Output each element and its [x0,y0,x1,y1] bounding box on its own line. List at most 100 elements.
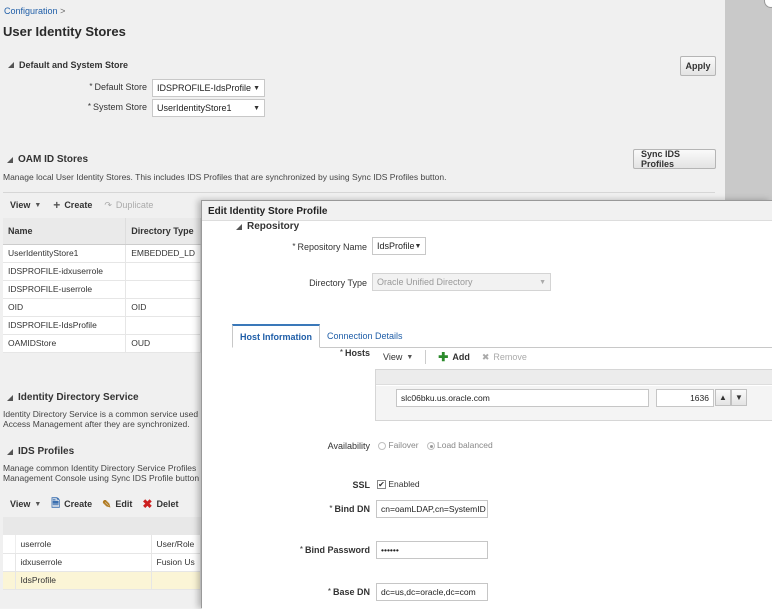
port-decrement-icon[interactable]: ▼ [731,389,747,406]
chevron-down-icon: ▼ [34,500,42,508]
table-row[interactable]: OID OID [3,298,201,317]
collapse-triangle-icon[interactable] [7,448,13,455]
availability-radio-group: Failover Load balanced [378,440,493,450]
row-selector[interactable] [3,571,16,590]
repository-name-label: * Repository Name [292,242,367,252]
page-title: User Identity Stores [3,24,126,39]
breadcrumb-separator: > [60,6,66,16]
collapse-triangle-icon[interactable] [236,223,242,230]
section-repository[interactable]: Repository [236,221,299,232]
hosts-label: * Hosts [339,348,370,358]
bind-dn-label: * Bind DN [329,504,370,514]
section-title: Identity Directory Service [18,392,139,403]
chevron-down-icon: ▼ [406,353,414,361]
bind-dn-input[interactable]: cn=oamLDAP,cn=SystemID [376,500,488,518]
system-store-select[interactable]: UserIdentityStore1 ▼ [152,99,265,117]
view-menu[interactable]: View ▼ [10,499,41,509]
view-menu[interactable]: View ▼ [10,200,41,210]
section-title: IDS Profiles [18,446,75,457]
create-button[interactable]: + Create [53,198,92,212]
checkbox-checked-icon[interactable]: ✔ [377,480,386,490]
collapse-triangle-icon[interactable] [7,394,13,401]
port-input[interactable]: 1636 [656,389,714,407]
cell-name: OAMIDStore [3,334,127,353]
cell-name: IDSPROFILE-userrole [3,280,127,299]
section-ids-profiles[interactable]: IDS Profiles [7,446,74,457]
availability-label: Availability [327,441,370,451]
port-increment-icon[interactable]: ▲ [715,389,731,406]
load-balanced-option[interactable]: Load balanced [426,440,493,450]
section-default-system-store[interactable]: Default and System Store [8,60,128,70]
tab-connection-details[interactable]: Connection Details [320,324,410,348]
tab-host-information[interactable]: Host Information [232,324,320,348]
breadcrumb-configuration-link[interactable]: Configuration [4,6,58,16]
table-row[interactable]: IDSPROFILE-IdsProfile [3,316,201,335]
ssl-enabled-label: Enabled [388,479,420,489]
dialog-title[interactable]: Edit Identity Store Profile [202,201,772,221]
collapse-triangle-icon[interactable] [7,156,13,163]
table-row[interactable]: UserIdentityStore1 EMBEDDED_LD [3,244,201,263]
hosts-toolbar: View ▼ ✚ Add ✖ Remove [375,346,772,368]
sync-ids-profiles-button[interactable]: Sync IDS Profiles [633,149,716,169]
base-dn-label: * Base DN [327,587,370,597]
table-row[interactable]: IDSPROFILE-userrole [3,280,201,299]
host-input[interactable]: slc06bku.us.oracle.com [396,389,649,407]
add-host-button[interactable]: ✚ Add [438,350,470,364]
table-row[interactable]: userrole User/Role [3,535,201,554]
radio-icon[interactable] [378,441,386,450]
repository-name-select[interactable]: IdsProfile ▼ [372,237,426,255]
create-document-icon: 🗎 [51,497,61,510]
plus-icon: + [53,198,61,212]
column-header-directory-type[interactable]: Directory Type [125,218,201,245]
remove-host-button[interactable]: ✖ Remove [482,352,527,363]
section-title: OAM ID Stores [18,154,89,165]
delete-button[interactable]: ✖ Delet [142,497,178,511]
default-store-select[interactable]: IDSPROFILE-IdsProfile ▼ [152,79,265,97]
section-oam-id-stores[interactable]: OAM ID Stores [7,154,88,165]
table-row[interactable]: slc06bku.us.oracle.com 1636 ▲ ▼ [376,386,772,420]
cell-name: idxuserrole [15,553,152,572]
required-indicator: * [327,587,331,596]
table-row[interactable]: OAMIDStore OUD [3,334,201,353]
section-identity-directory-service[interactable]: Identity Directory Service [7,392,139,403]
section-title: Default and System Store [19,60,129,70]
table-row[interactable]: idxuserrole Fusion Us [3,553,201,572]
radio-selected-icon[interactable] [426,441,435,450]
row-selector[interactable] [3,535,16,554]
apply-button[interactable]: Apply [680,56,716,76]
chevron-down-icon: ▼ [34,201,42,209]
dropdown-arrow-icon: ▼ [539,278,546,286]
row-selector[interactable] [3,553,16,572]
hosts-panel: View ▼ ✚ Add ✖ Remove slc06bku.us.oracle.co… [375,346,772,421]
ids-profiles-toolbar: View ▼ 🗎 Create ✎ Edit ✖ Delet [10,492,178,516]
table-row-selected[interactable]: IdsProfile [3,571,201,590]
repository-name-value: IdsProfile [377,241,415,251]
dropdown-arrow-icon: ▼ [414,242,422,250]
duplicate-icon: ↷ [104,199,112,210]
edit-button[interactable]: ✎ Edit [102,498,132,511]
cell-name: userrole [15,535,152,554]
tab-bar: Host Information Connection Details [232,324,772,348]
required-indicator: * [89,82,93,91]
collapse-triangle-icon[interactable] [8,62,14,68]
bind-password-input[interactable]: •••••• [376,541,488,559]
failover-option[interactable]: Failover [378,440,419,450]
plus-icon: ✚ [438,350,449,364]
column-header-name[interactable]: Name [3,218,127,245]
create-button[interactable]: 🗎 Create [51,495,92,514]
default-store-label: * Default Store [89,82,147,92]
breadcrumb: Configuration > [4,6,65,16]
ids-profiles-table-header [3,517,201,535]
identity-directory-description: Identity Directory Service is a common s… [3,409,203,429]
ssl-enabled-checkbox[interactable]: ✔ Enabled [377,479,420,490]
dialog-body: Repository * Repository Name IdsProfile ▼… [202,221,772,609]
description-line: Manage common Identity Directory Service… [3,463,197,473]
hosts-view-menu[interactable]: View ▼ [383,352,413,362]
hosts-grid-header [376,370,772,385]
directory-type-select[interactable]: Oracle Unified Directory ▼ [372,273,551,291]
description-line: Access Management after they are synchro… [3,419,190,429]
table-row[interactable]: IDSPROFILE-idxuserrole [3,262,201,281]
duplicate-button[interactable]: ↷ Duplicate [104,200,153,211]
toolbar-separator [425,350,427,364]
base-dn-input[interactable]: dc=us,dc=oracle,dc=com [376,583,488,601]
